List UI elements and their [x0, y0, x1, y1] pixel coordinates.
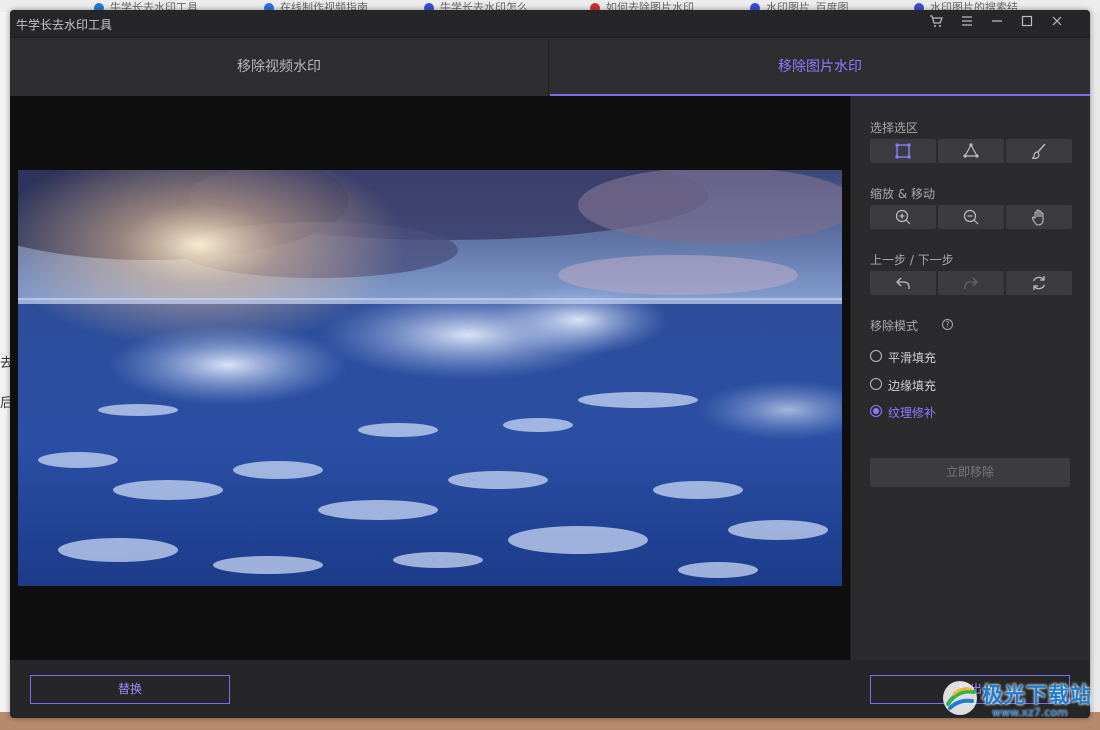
watermark-url: www.xz7.com — [992, 706, 1068, 719]
background-page-left: 去 后 — [0, 12, 13, 730]
footer-bar: 替换 导出 — [10, 660, 1090, 718]
reset-icon — [1032, 276, 1046, 290]
rect-select-icon — [895, 143, 911, 159]
zoom-in-button[interactable] — [870, 205, 936, 229]
mode-option-label: 纹理修补 — [888, 406, 937, 420]
menu-icon[interactable] — [956, 14, 978, 34]
site-watermark: 极光下载站 www.xz7.com — [938, 676, 1098, 722]
rect-select-button[interactable] — [870, 139, 936, 163]
polygon-select-button[interactable] — [938, 139, 1004, 163]
radio-selected-icon — [870, 405, 882, 417]
undo-icon — [896, 277, 910, 289]
preview-image[interactable] — [18, 170, 842, 586]
polygon-select-icon — [963, 143, 979, 158]
help-icon[interactable]: ? — [942, 319, 953, 330]
zoom-move-label: 缩放 & 移动 — [870, 187, 935, 201]
tool-panel: 选择选区 缩放 & 移动 上一步 / 下一步 移除模式 ? 平滑填充 边缘填充 … — [850, 96, 1090, 660]
minimize-icon[interactable] — [986, 14, 1008, 34]
app-title: 牛学长去水印工具 — [16, 18, 113, 32]
zoom-in-icon — [895, 209, 911, 225]
aurora-logo-icon — [943, 681, 977, 715]
app-window: 牛学长去水印工具 移除视频水印 移除图片水印 选择选区 缩放 & 移动 上一步 … — [10, 10, 1090, 718]
brush-icon — [1031, 143, 1046, 159]
radio-icon — [870, 350, 882, 362]
hand-icon — [1031, 209, 1044, 226]
remove-now-button[interactable]: 立即移除 — [870, 458, 1070, 487]
close-icon[interactable] — [1046, 14, 1068, 34]
cart-icon[interactable] — [925, 14, 947, 34]
tab-remove-video-watermark[interactable]: 移除视频水印 — [10, 38, 549, 96]
zoom-out-icon — [963, 209, 979, 225]
replace-button[interactable]: 替换 — [30, 675, 230, 704]
redo-icon — [964, 277, 978, 289]
tab-remove-image-watermark[interactable]: 移除图片水印 — [550, 38, 1090, 96]
history-label: 上一步 / 下一步 — [870, 253, 954, 267]
redo-button[interactable] — [938, 271, 1004, 295]
image-canvas[interactable] — [10, 96, 850, 660]
mode-option-label: 边缘填充 — [888, 379, 937, 393]
background-page-right — [1090, 12, 1100, 712]
remove-mode-label: 移除模式 — [870, 319, 919, 333]
reset-button[interactable] — [1006, 271, 1072, 295]
mode-option-label: 平滑填充 — [888, 351, 937, 365]
radio-icon — [870, 378, 882, 390]
zoom-out-button[interactable] — [938, 205, 1004, 229]
brush-button[interactable] — [1006, 139, 1072, 163]
select-area-label: 选择选区 — [870, 121, 919, 135]
undo-button[interactable] — [870, 271, 936, 295]
mode-tabs: 移除视频水印 移除图片水印 — [10, 38, 1090, 96]
maximize-icon[interactable] — [1016, 14, 1038, 34]
watermark-title: 极光下载站 — [982, 683, 1092, 707]
remove-mode-header: 移除模式 ? — [870, 317, 990, 333]
title-bar[interactable]: 牛学长去水印工具 — [10, 10, 1090, 38]
hand-button[interactable] — [1006, 205, 1072, 229]
